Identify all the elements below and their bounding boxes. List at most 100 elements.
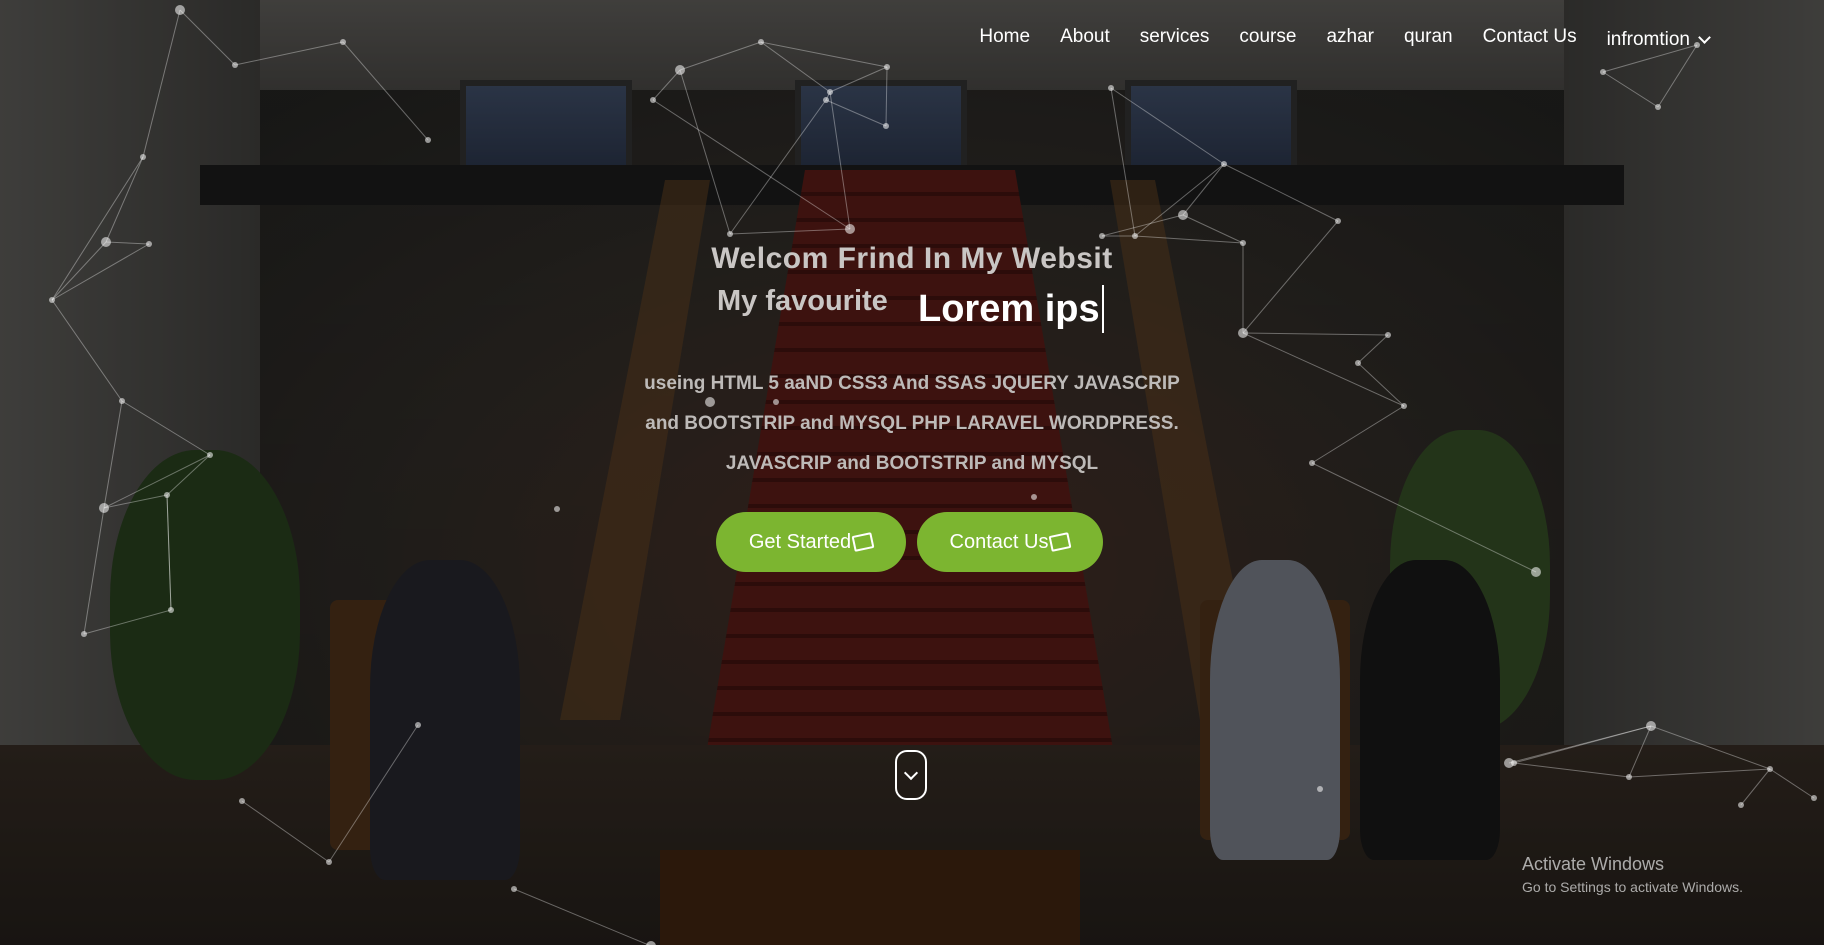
network-dot [650, 97, 656, 103]
network-dot [511, 886, 517, 892]
network-dot [81, 631, 87, 637]
nav-about[interactable]: About [1045, 26, 1125, 51]
watermark-title: Activate Windows [1522, 854, 1665, 874]
network-line [829, 91, 851, 230]
get-started-label: Get Started [748, 530, 852, 553]
network-line [342, 41, 429, 141]
nav-dropdown-label: infromtion [1606, 29, 1690, 50]
hero-headline: Welcom Frind In My Websit [711, 242, 1113, 275]
network-dot [49, 297, 55, 303]
hand-icon [851, 532, 875, 552]
network-line [83, 507, 105, 635]
network-dot [1626, 774, 1632, 780]
hero-description: useing HTML 5 aaND CSS3 And SSAS JQUERY … [0, 364, 1824, 484]
network-line [241, 800, 330, 863]
network-dot [1238, 328, 1248, 338]
main-nav: Home About services course azhar quran C… [964, 26, 1724, 51]
network-dot [168, 607, 174, 613]
network-dot [425, 137, 431, 143]
network-line [1110, 87, 1136, 237]
network-dot [1099, 233, 1105, 239]
network-dot [1385, 332, 1391, 338]
network-line [652, 69, 681, 101]
network-line [1628, 768, 1771, 778]
network-line [103, 494, 168, 509]
network-dot [140, 154, 146, 160]
network-dot [232, 62, 238, 68]
network-line [679, 69, 731, 235]
network-dot [554, 506, 560, 512]
network-dot [646, 941, 656, 945]
contact-us-label: Contact Us [949, 530, 1049, 553]
network-dot [1132, 233, 1138, 239]
network-dot [845, 224, 855, 234]
network-line [142, 9, 181, 158]
network-line [760, 41, 831, 93]
network-line [328, 724, 419, 863]
network-line [513, 888, 650, 945]
chevron-down-icon [903, 765, 919, 781]
network-dot [758, 39, 764, 45]
nav-azhar[interactable]: azhar [1311, 26, 1389, 51]
network-line [729, 99, 827, 235]
nav-quran[interactable]: quran [1389, 26, 1468, 51]
network-dot [884, 64, 890, 70]
scroll-down-button[interactable] [895, 750, 927, 800]
network-line [105, 156, 144, 243]
network-line [234, 41, 344, 66]
network-line [760, 41, 888, 68]
network-line [51, 156, 144, 301]
network-dot [1317, 786, 1323, 792]
network-dot [415, 722, 421, 728]
network-dot [727, 231, 733, 237]
network-dot [883, 123, 889, 129]
network-line [1101, 214, 1184, 237]
network-line [679, 41, 762, 71]
network-line [83, 609, 172, 635]
network-dot [1108, 85, 1114, 91]
network-line [1182, 214, 1244, 244]
nav-home[interactable]: Home [964, 26, 1045, 51]
network-dot [1531, 567, 1541, 577]
network-line [1508, 725, 1652, 764]
network-line [1110, 87, 1225, 165]
network-dot [1031, 494, 1037, 500]
hero-description-line: and BOOTSTRIP and MYSQL PHP LARAVEL WORD… [645, 413, 1179, 434]
hand-icon [1049, 532, 1072, 552]
network-line [1650, 725, 1771, 770]
network-dot [1738, 802, 1744, 808]
network-line [652, 99, 851, 230]
chevron-down-icon [1698, 30, 1711, 44]
network-dot [823, 97, 829, 103]
hero-favourite-prefix: My favourite [717, 285, 888, 317]
network-line [1357, 334, 1389, 364]
network-dot [326, 859, 332, 865]
network-line [1740, 768, 1771, 806]
nav-course[interactable]: course [1224, 26, 1311, 51]
network-line [166, 494, 172, 611]
network-dot [1767, 766, 1773, 772]
nav-dropdown-infromtion[interactable]: infromtion [1592, 26, 1724, 51]
network-dot [1655, 104, 1661, 110]
network-line [729, 228, 851, 235]
network-line [829, 66, 888, 93]
network-line [1628, 725, 1652, 778]
network-line [885, 66, 888, 127]
activate-windows-watermark: Activate Windows Go to Settings to activ… [1522, 854, 1743, 895]
network-dot [164, 492, 170, 498]
network-dot [1646, 721, 1656, 731]
network-dot [1221, 161, 1227, 167]
network-line [179, 9, 236, 66]
nav-contact-us[interactable]: Contact Us [1468, 26, 1592, 51]
nav-services[interactable]: services [1125, 26, 1225, 51]
network-line [1769, 768, 1815, 799]
network-line [1182, 163, 1225, 216]
get-started-button[interactable]: Get Started [716, 512, 906, 572]
network-line [1134, 163, 1225, 237]
watermark-subtitle: Go to Settings to activate Windows. [1522, 879, 1743, 895]
network-dot [827, 89, 833, 95]
contact-us-button[interactable]: Contact Us [917, 512, 1103, 572]
network-dot [175, 5, 185, 15]
network-dot [1335, 218, 1341, 224]
network-dot [1811, 795, 1817, 801]
